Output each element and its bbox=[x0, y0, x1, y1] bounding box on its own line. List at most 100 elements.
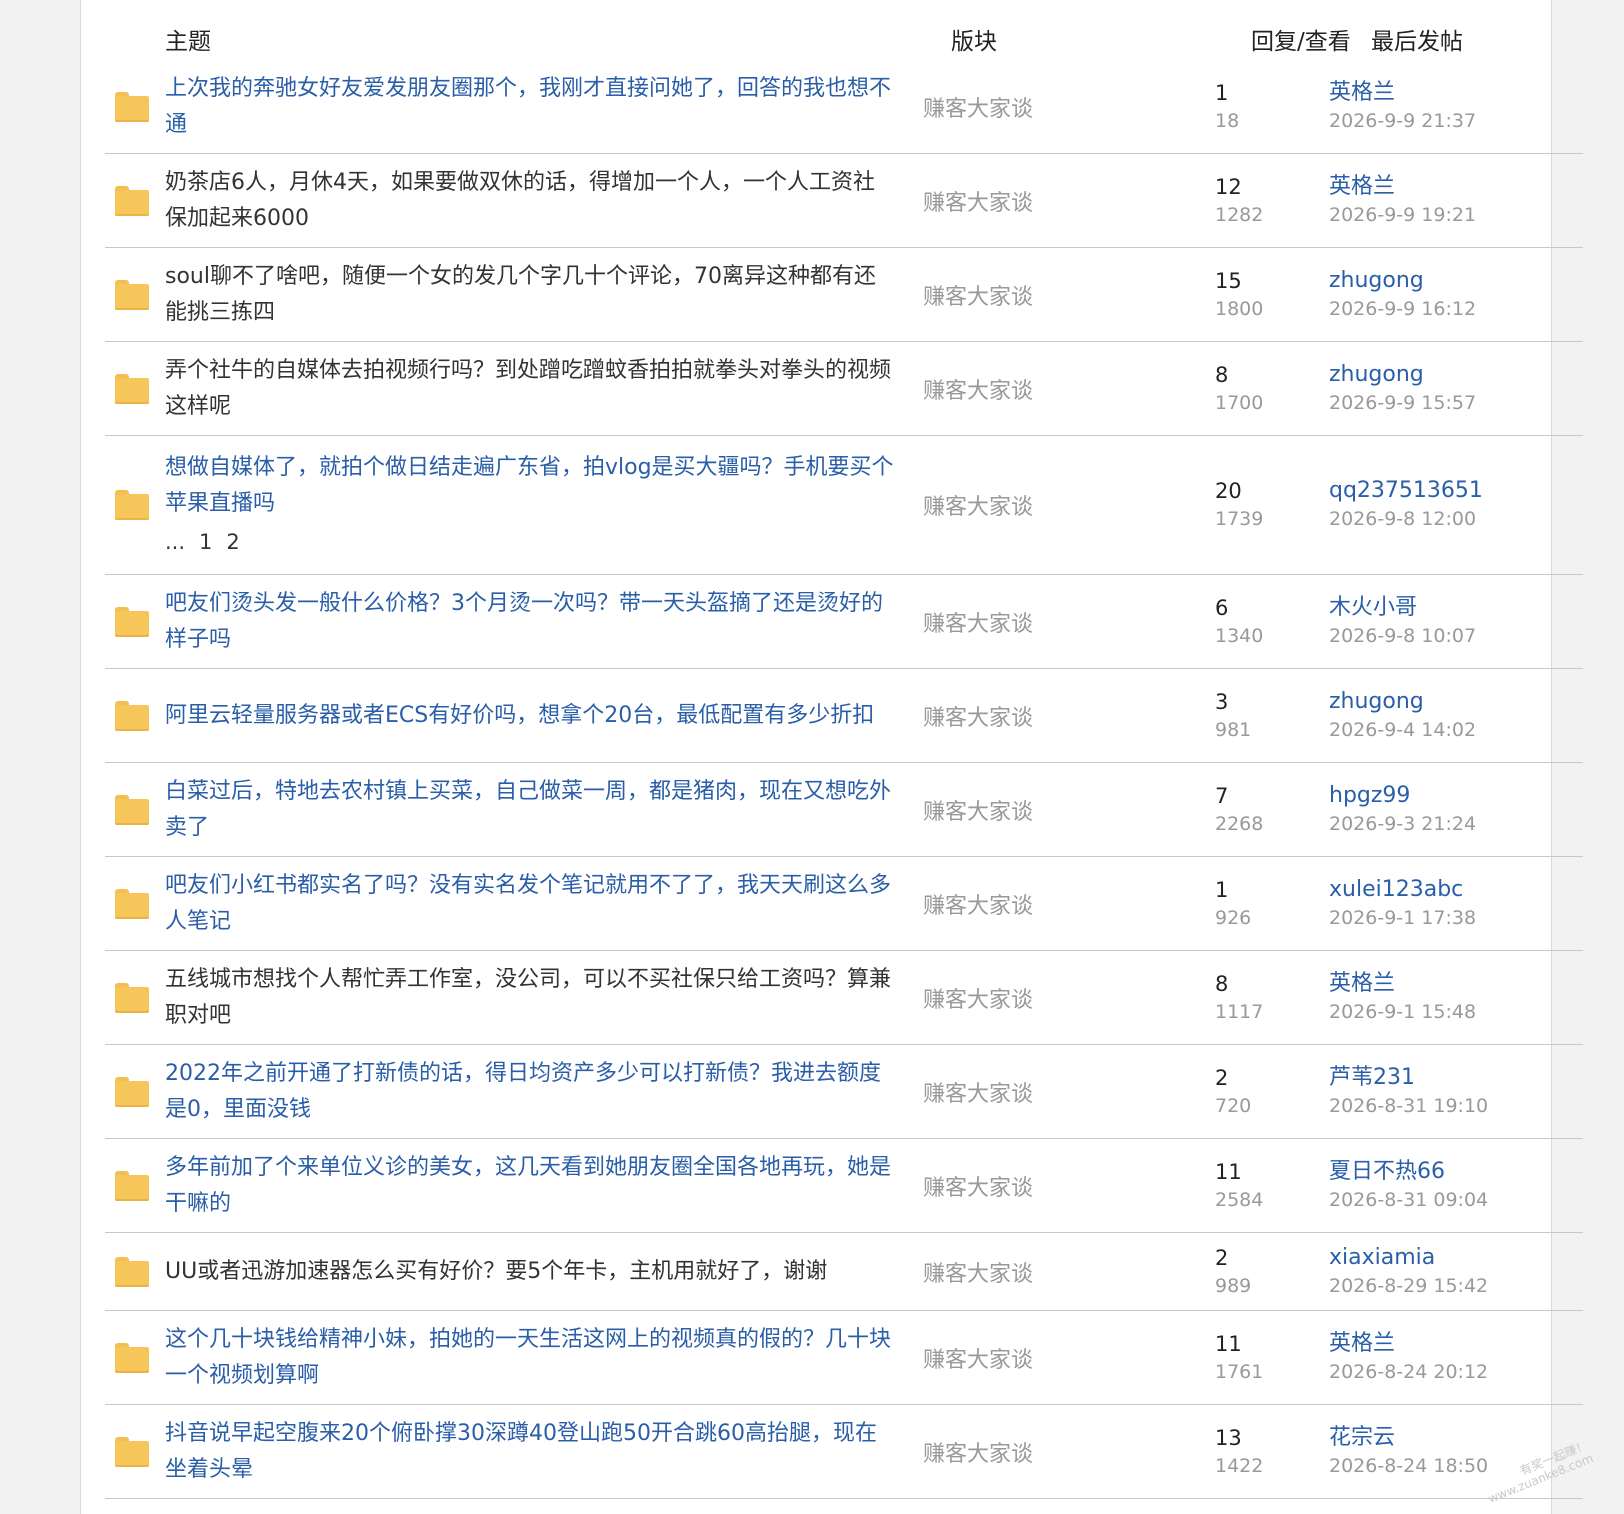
last-post-user[interactable]: 英格兰 bbox=[1329, 173, 1579, 201]
last-post-user[interactable]: zhugong bbox=[1329, 361, 1579, 389]
thread-title[interactable]: UU或者迅游加速器怎么买有好价？要5个年卡，主机用就好了，谢谢 bbox=[165, 1254, 895, 1290]
thread-forum[interactable]: 赚客大家谈 bbox=[923, 982, 1033, 1014]
last-post-time[interactable]: 2026-9-4 14:02 bbox=[1329, 716, 1579, 744]
last-post-user[interactable]: xulei123abc bbox=[1329, 876, 1579, 904]
thread-forum[interactable]: 赚客大家谈 bbox=[923, 1170, 1033, 1202]
folder-icon bbox=[115, 279, 149, 310]
reply-count: 2 bbox=[1215, 1065, 1229, 1090]
table-row: 上次我的奔驰女好友爱发朋友圈那个，我刚才直接问她了，回答的我也想不通 赚客大家谈 1… bbox=[105, 60, 1583, 154]
thread-title[interactable]: 多年前加了个来单位义诊的美女，这几天看到她朋友圈全国各地再玩，她是干嘛的 bbox=[165, 1150, 895, 1222]
last-post-time[interactable]: 2026-9-9 16:12 bbox=[1329, 295, 1579, 323]
folder-icon bbox=[115, 1076, 149, 1107]
last-post-user[interactable]: 夏日不热66 bbox=[1329, 1158, 1579, 1186]
thread-forum[interactable]: 赚客大家谈 bbox=[923, 794, 1033, 826]
last-post-time[interactable]: 2026-8-24 20:12 bbox=[1329, 1358, 1579, 1386]
thread-forum[interactable]: 赚客大家谈 bbox=[923, 1342, 1033, 1374]
thread-forum[interactable]: 赚客大家谈 bbox=[923, 606, 1033, 638]
thread-forum[interactable]: 赚客大家谈 bbox=[923, 185, 1033, 217]
thread-title[interactable]: 上次我的奔驰女好友爱发朋友圈那个，我刚才直接问她了，回答的我也想不通 bbox=[165, 71, 895, 143]
last-post-user[interactable]: 花宗云 bbox=[1329, 1424, 1579, 1452]
pager-item: ... bbox=[165, 530, 186, 554]
thread-forum[interactable]: 赚客大家谈 bbox=[923, 489, 1033, 521]
thread-title[interactable]: 阿里云轻量服务器或者ECS有好价吗，想拿个20台，最低配置有多少折扣 bbox=[165, 698, 895, 734]
thread-title-link[interactable]: 这个几十块钱给精神小妹，拍她的一天生活这网上的视频真的假的？几十块一个视频划算啊 bbox=[165, 1322, 895, 1394]
thread-title-link[interactable]: 上次我的奔驰女好友爱发朋友圈那个，我刚才直接问她了，回答的我也想不通 bbox=[165, 71, 895, 143]
thread-title[interactable]: 抖音说早起空腹来20个俯卧撑30深蹲40登山跑50开合跳60高抬腿，现在坐着头晕 bbox=[165, 1416, 895, 1488]
table-row: 奶茶店6人，月休4天，如果要做双休的话，得增加一个人，一个人工资社保加起来600… bbox=[105, 154, 1583, 248]
last-post-time[interactable]: 2026-9-9 21:37 bbox=[1329, 107, 1579, 135]
view-count: 1282 bbox=[1215, 203, 1264, 226]
table-row: 五线城市想找个人帮忙弄工作室，没公司，可以不买社保只给工资吗？算兼职对吧 赚客大家… bbox=[105, 951, 1583, 1045]
last-post-user[interactable]: 芦苇231 bbox=[1329, 1064, 1579, 1092]
thread-title-link[interactable]: 白菜过后，特地去农村镇上买菜，自己做菜一周，都是猪肉，现在又想吃外卖了 bbox=[165, 774, 895, 846]
folder-icon bbox=[115, 373, 149, 404]
last-post-time[interactable]: 2026-8-31 09:04 bbox=[1329, 1186, 1579, 1214]
last-post-user[interactable]: 英格兰 bbox=[1329, 970, 1579, 998]
last-post-time[interactable]: 2026-9-1 17:38 bbox=[1329, 904, 1579, 932]
last-post-time[interactable]: 2026-9-9 19:21 bbox=[1329, 201, 1579, 229]
thread-title[interactable]: 想做自媒体了，就拍个做日结走遍广东省，拍vlog是买大疆吗？手机要买个苹果直播吗… bbox=[165, 450, 895, 560]
last-post-user[interactable]: xiaxiamia bbox=[1329, 1244, 1579, 1272]
thread-forum[interactable]: 赚客大家谈 bbox=[923, 373, 1033, 405]
reply-count: 8 bbox=[1215, 362, 1229, 387]
thread-title[interactable]: 奶茶店6人，月休4天，如果要做双休的话，得增加一个人，一个人工资社保加起来600… bbox=[165, 165, 895, 237]
table-row: 2022年之前开通了打新债的话，得日均资产多少可以打新债？我进去额度是0，里面没… bbox=[105, 1045, 1583, 1139]
thread-title-link[interactable]: 2022年之前开通了打新债的话，得日均资产多少可以打新债？我进去额度是0，里面没… bbox=[165, 1056, 895, 1128]
last-post-time[interactable]: 2026-9-8 10:07 bbox=[1329, 622, 1579, 650]
thread-title-link[interactable]: 阿里云轻量服务器或者ECS有好价吗，想拿个20台，最低配置有多少折扣 bbox=[165, 698, 895, 734]
table-row: 吧友们小红书都实名了吗？没有实名发个笔记就用不了了，我天天刷这么多人笔记 赚客大家… bbox=[105, 857, 1583, 951]
last-post-user[interactable]: zhugong bbox=[1329, 688, 1579, 716]
last-post: 木火小哥 2026-9-8 10:07 bbox=[1329, 594, 1579, 650]
last-post-user[interactable]: 英格兰 bbox=[1329, 79, 1579, 107]
thread-title-link[interactable]: UU或者迅游加速器怎么买有好价？要5个年卡，主机用就好了，谢谢 bbox=[165, 1254, 895, 1290]
last-post-user[interactable]: 木火小哥 bbox=[1329, 594, 1579, 622]
last-post-user[interactable]: hpgz99 bbox=[1329, 782, 1579, 810]
folder-icon bbox=[115, 1436, 149, 1467]
thread-forum[interactable]: 赚客大家谈 bbox=[923, 700, 1033, 732]
last-post-user[interactable]: zhugong bbox=[1329, 267, 1579, 295]
reply-count: 3 bbox=[1215, 689, 1229, 714]
folder-icon bbox=[115, 794, 149, 825]
thread-title-link[interactable]: 五线城市想找个人帮忙弄工作室，没公司，可以不买社保只给工资吗？算兼职对吧 bbox=[165, 962, 895, 1034]
thread-title-link[interactable]: 吧友们小红书都实名了吗？没有实名发个笔记就用不了了，我天天刷这么多人笔记 bbox=[165, 868, 895, 940]
last-post-user[interactable]: 英格兰 bbox=[1329, 1330, 1579, 1358]
thread-title-link[interactable]: 弄个社牛的自媒体去拍视频行吗？到处蹭吃蹭蚊香拍拍就拳头对拳头的视频这样呢 bbox=[165, 353, 895, 425]
thread-title-link[interactable]: 奶茶店6人，月休4天，如果要做双休的话，得增加一个人，一个人工资社保加起来600… bbox=[165, 165, 895, 237]
thread-forum[interactable]: 赚客大家谈 bbox=[923, 1436, 1033, 1468]
thread-forum[interactable]: 赚客大家谈 bbox=[923, 91, 1033, 123]
thread-title-link[interactable]: 多年前加了个来单位义诊的美女，这几天看到她朋友圈全国各地再玩，她是干嘛的 bbox=[165, 1150, 895, 1222]
thread-forum[interactable]: 赚客大家谈 bbox=[923, 279, 1033, 311]
thread-title[interactable]: 吧友们小红书都实名了吗？没有实名发个笔记就用不了了，我天天刷这么多人笔记 bbox=[165, 868, 895, 940]
last-post: 英格兰 2026-9-9 19:21 bbox=[1329, 173, 1579, 229]
last-post-time[interactable]: 2026-8-29 15:42 bbox=[1329, 1272, 1579, 1300]
thread-list-panel: 主题 版块 回复/查看 最后发帖 上次我的奔驰女好友爱发朋友圈那个，我刚才直接问… bbox=[80, 0, 1583, 1514]
last-post: xiaxiamia 2026-8-29 15:42 bbox=[1329, 1244, 1579, 1300]
thread-title[interactable]: 五线城市想找个人帮忙弄工作室，没公司，可以不买社保只给工资吗？算兼职对吧 bbox=[165, 962, 895, 1034]
last-post-time[interactable]: 2026-9-1 15:48 bbox=[1329, 998, 1579, 1026]
last-post-time[interactable]: 2026-9-8 12:00 bbox=[1329, 505, 1579, 533]
last-post-time[interactable]: 2026-9-3 21:24 bbox=[1329, 810, 1579, 838]
thread-title[interactable]: 2022年之前开通了打新债的话，得日均资产多少可以打新债？我进去额度是0，里面没… bbox=[165, 1056, 895, 1128]
pager-item[interactable]: 1 bbox=[199, 530, 212, 554]
thread-forum[interactable]: 赚客大家谈 bbox=[923, 1256, 1033, 1288]
thread-title[interactable]: 这个几十块钱给精神小妹，拍她的一天生活这网上的视频真的假的？几十块一个视频划算啊 bbox=[165, 1322, 895, 1394]
last-post: xulei123abc 2026-9-1 17:38 bbox=[1329, 876, 1579, 932]
thread-title[interactable]: 弄个社牛的自媒体去拍视频行吗？到处蹭吃蹭蚊香拍拍就拳头对拳头的视频这样呢 bbox=[165, 353, 895, 425]
pager-item[interactable]: 2 bbox=[226, 530, 239, 554]
thread-title[interactable]: 白菜过后，特地去农村镇上买菜，自己做菜一周，都是猪肉，现在又想吃外卖了 bbox=[165, 774, 895, 846]
thread-title-link[interactable]: 抖音说早起空腹来20个俯卧撑30深蹲40登山跑50开合跳60高抬腿，现在坐着头晕 bbox=[165, 1416, 895, 1488]
view-count: 989 bbox=[1215, 1274, 1252, 1297]
last-post-time[interactable]: 2026-9-9 15:57 bbox=[1329, 389, 1579, 417]
reply-view-counts: 3 981 bbox=[1215, 688, 1315, 744]
thread-forum[interactable]: 赚客大家谈 bbox=[923, 888, 1033, 920]
thread-title-link[interactable]: soul聊不了啥吧，随便一个女的发几个字几十个评论，70离异这种都有还能挑三拣四 bbox=[165, 259, 895, 331]
last-post-time[interactable]: 2026-8-31 19:10 bbox=[1329, 1092, 1579, 1120]
thread-title-link[interactable]: 想做自媒体了，就拍个做日结走遍广东省，拍vlog是买大疆吗？手机要买个苹果直播吗 bbox=[165, 450, 895, 522]
thread-forum[interactable]: 赚客大家谈 bbox=[923, 1076, 1033, 1108]
last-post-user[interactable]: qq237513651 bbox=[1329, 477, 1579, 505]
last-post: qq237513651 2026-9-8 12:00 bbox=[1329, 477, 1579, 533]
thread-title[interactable]: 吧友们烫头发一般什么价格？3个月烫一次吗？带一天头盔摘了还是烫好的样子吗 bbox=[165, 586, 895, 658]
thread-title-link[interactable]: 吧友们烫头发一般什么价格？3个月烫一次吗？带一天头盔摘了还是烫好的样子吗 bbox=[165, 586, 895, 658]
thread-title[interactable]: soul聊不了啥吧，随便一个女的发几个字几十个评论，70离异这种都有还能挑三拣四 bbox=[165, 259, 895, 331]
reply-count: 12 bbox=[1215, 174, 1242, 199]
